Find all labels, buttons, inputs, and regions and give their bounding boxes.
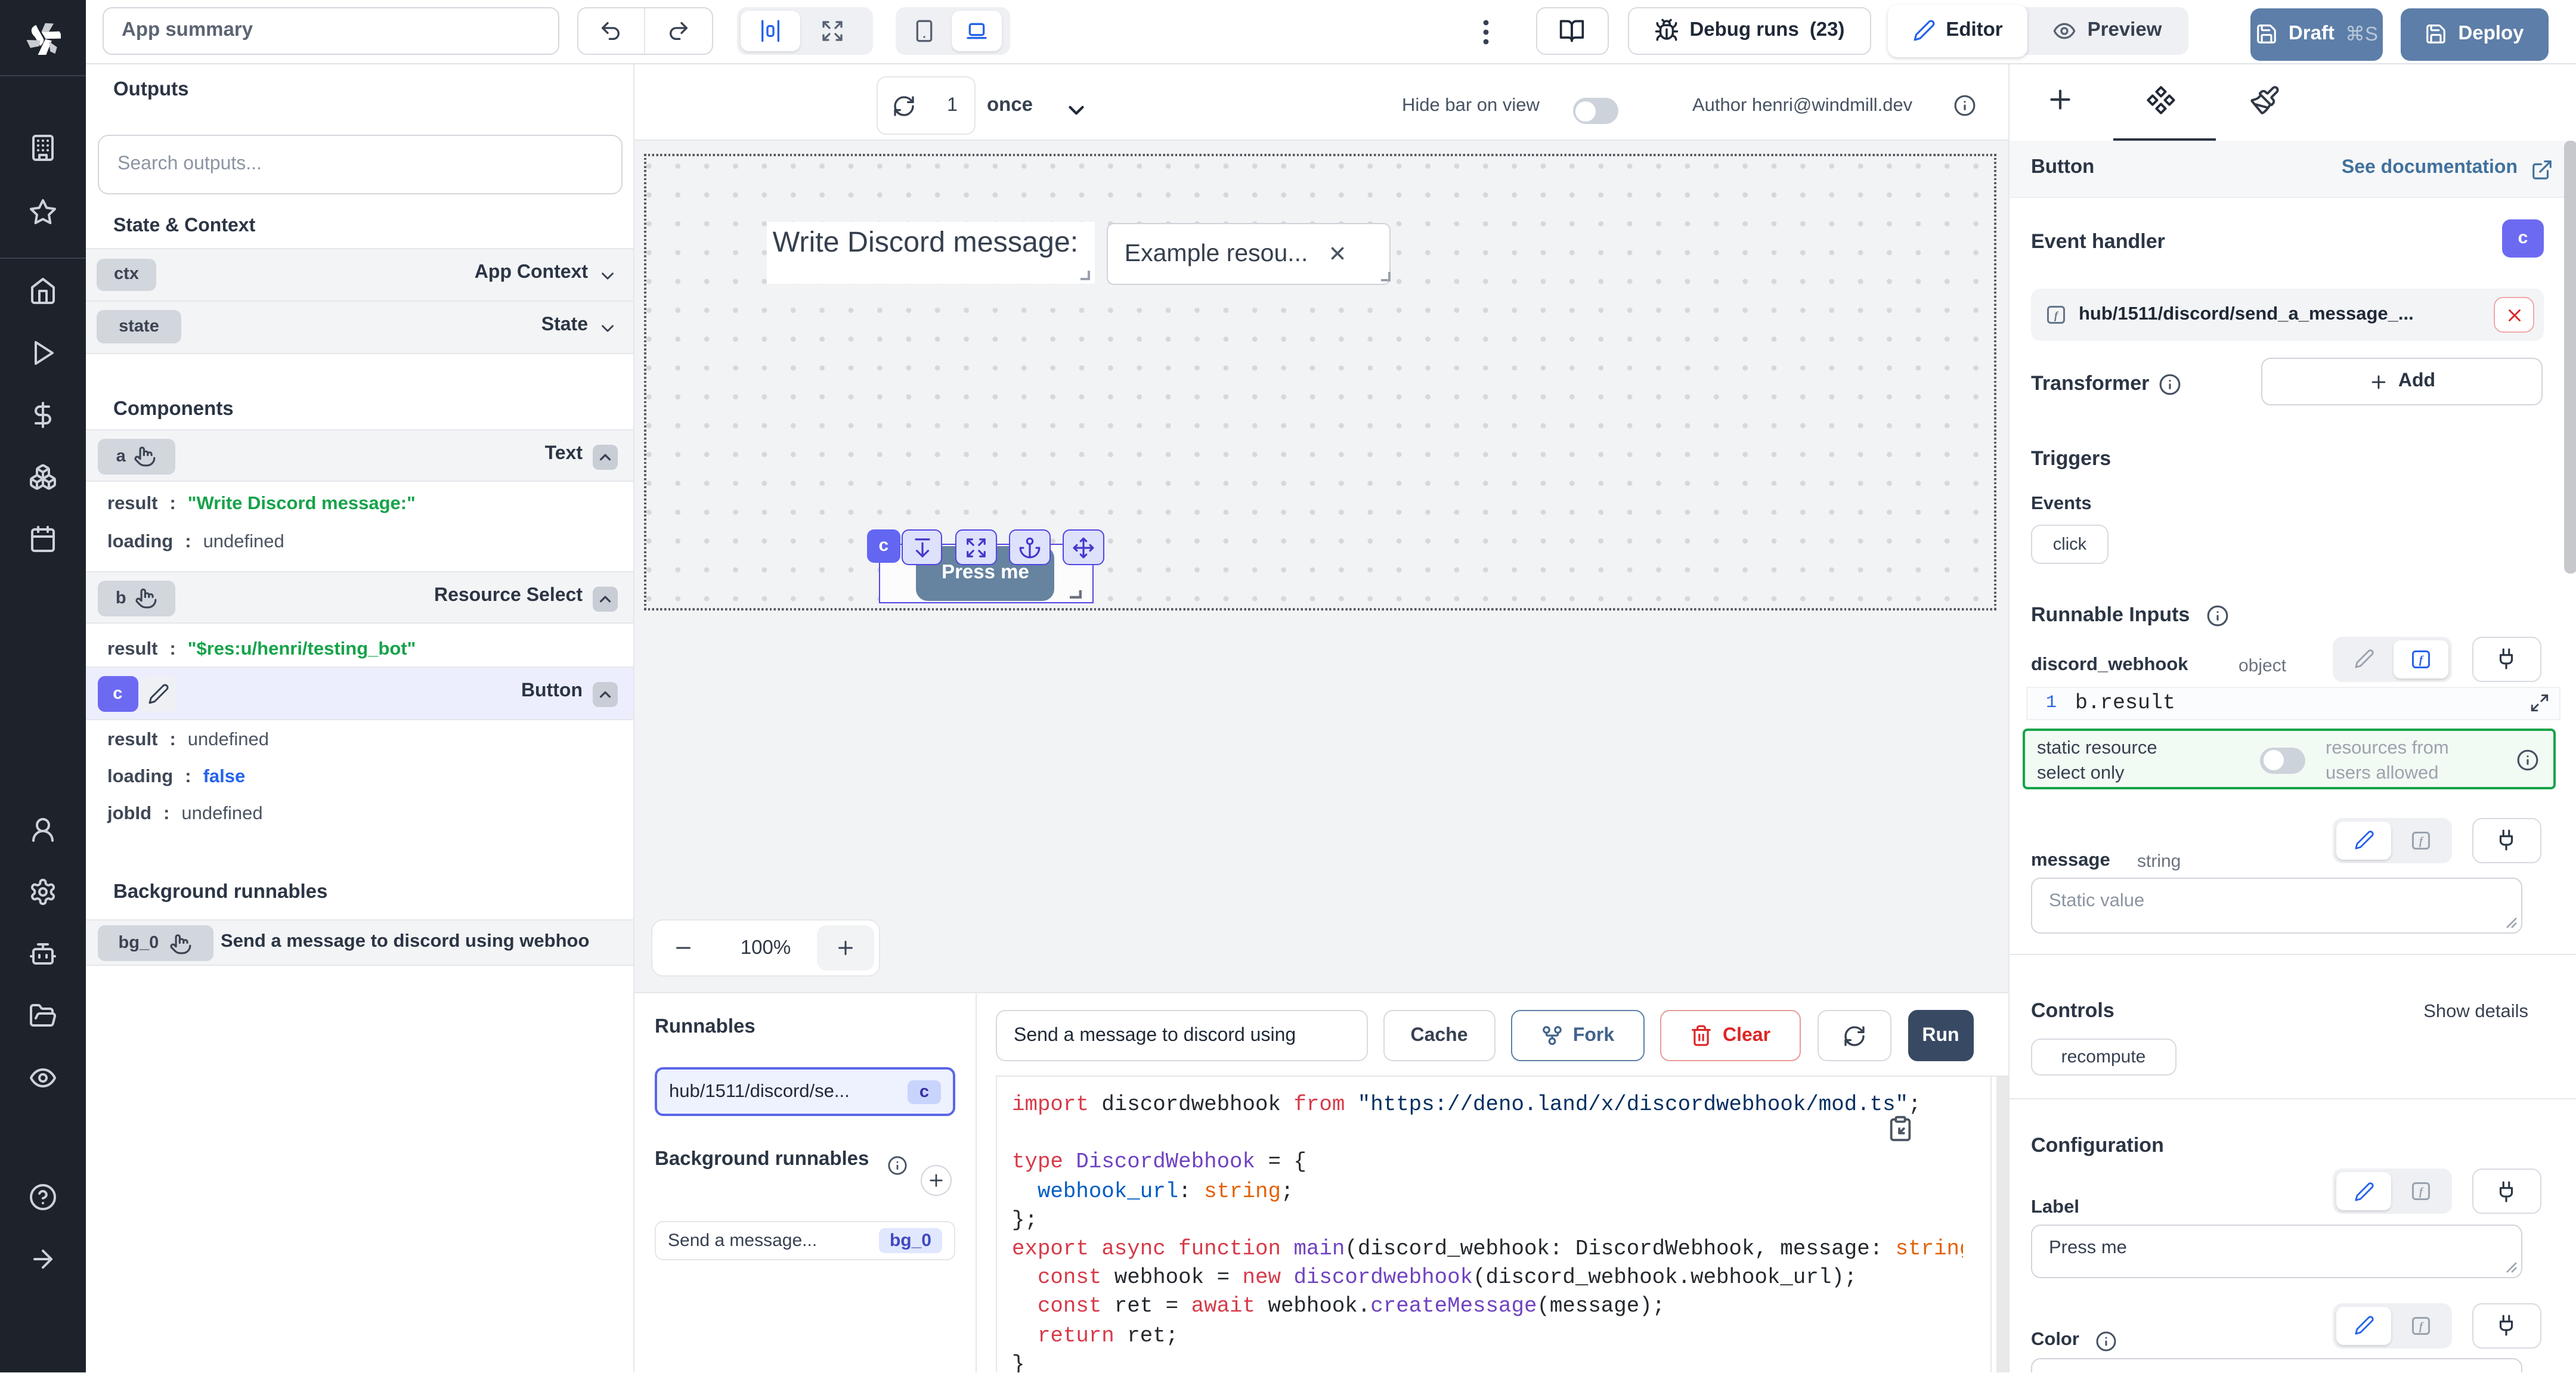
svg-text:f: f [2419, 1320, 2424, 1332]
svg-text:f: f [2419, 1186, 2424, 1198]
svg-text:f: f [2419, 835, 2424, 847]
svg-text:f: f [2054, 309, 2059, 321]
svg-text:f: f [2419, 653, 2424, 666]
